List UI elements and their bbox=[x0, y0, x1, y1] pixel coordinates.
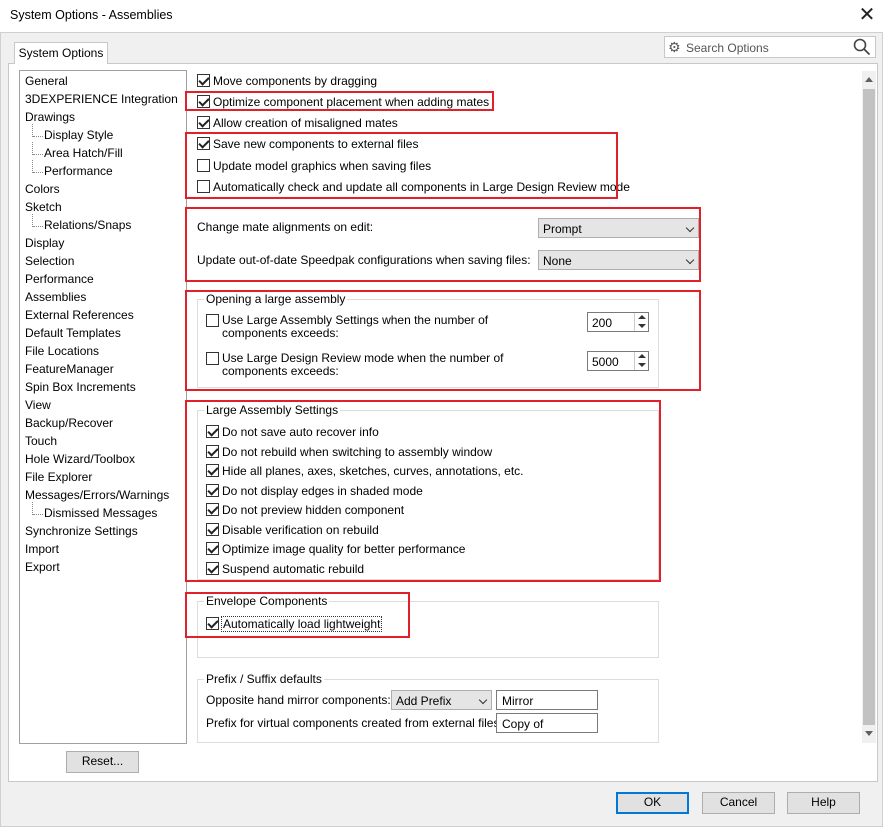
tree-connector bbox=[33, 136, 43, 137]
vertical-scrollbar[interactable] bbox=[862, 71, 876, 743]
virtual-prefix-value: Copy of bbox=[502, 717, 544, 731]
tree-connector bbox=[32, 142, 33, 155]
tree-item[interactable]: Spin Box Increments bbox=[25, 380, 136, 394]
scroll-down-icon[interactable] bbox=[865, 731, 873, 736]
virtual-prefix-input[interactable]: Copy of bbox=[496, 713, 598, 733]
misaligned-mates-label: Allow creation of misaligned mates bbox=[213, 116, 398, 130]
highlight-box bbox=[185, 91, 494, 111]
ok-button[interactable]: OK bbox=[616, 792, 689, 814]
options-tree: General 3DEXPERIENCE Integration Drawings D… bbox=[19, 70, 187, 744]
misaligned-mates-checkbox[interactable] bbox=[197, 116, 210, 129]
tree-connector bbox=[32, 124, 33, 137]
tree-item[interactable]: Area Hatch/Fill bbox=[44, 146, 123, 160]
tree-connector bbox=[32, 502, 33, 515]
mirror-prefix-value: Add Prefix bbox=[396, 694, 452, 708]
mirror-text-value: Mirror bbox=[502, 694, 534, 708]
tree-item[interactable]: Colors bbox=[25, 182, 60, 196]
move-by-dragging-label: Move components by dragging bbox=[213, 74, 378, 88]
tree-connector bbox=[32, 214, 33, 227]
tree-item[interactable]: Touch bbox=[25, 434, 57, 448]
tree-item[interactable]: 3DEXPERIENCE Integration bbox=[25, 92, 178, 106]
tree-item[interactable]: General bbox=[25, 74, 68, 88]
tree-item[interactable]: Selection bbox=[25, 254, 74, 268]
tree-item[interactable]: Default Templates bbox=[25, 326, 121, 340]
tab-system-options[interactable]: System Options bbox=[14, 42, 108, 64]
tree-item[interactable]: Synchronize Settings bbox=[25, 524, 138, 538]
tree-item[interactable]: File Locations bbox=[25, 344, 99, 358]
window-title: System Options - Assemblies bbox=[10, 8, 173, 22]
tree-item[interactable]: Export bbox=[25, 560, 60, 574]
reset-button[interactable]: Reset... bbox=[66, 751, 139, 773]
scroll-thumb[interactable] bbox=[863, 89, 875, 725]
mirror-label: Opposite hand mirror components: bbox=[206, 693, 391, 707]
tree-connector bbox=[33, 514, 43, 515]
tree-item[interactable]: Dismissed Messages bbox=[44, 506, 157, 520]
mirror-prefix-select[interactable]: Add Prefix bbox=[391, 690, 492, 710]
close-icon[interactable]: ✕ bbox=[856, 3, 878, 27]
tree-item[interactable]: Sketch bbox=[25, 200, 62, 214]
tree-item[interactable]: Drawings bbox=[25, 110, 75, 124]
move-by-dragging-checkbox[interactable] bbox=[197, 74, 210, 87]
search-icon[interactable] bbox=[853, 38, 871, 56]
tree-item[interactable]: Performance bbox=[25, 272, 94, 286]
search-box[interactable]: ⚙ Search Options bbox=[664, 36, 876, 58]
tree-connector bbox=[32, 160, 33, 173]
tree-item[interactable]: Relations/Snaps bbox=[44, 218, 131, 232]
tab-label: System Options bbox=[18, 46, 104, 60]
virtual-label: Prefix for virtual components created fr… bbox=[206, 716, 503, 730]
tree-item[interactable]: Display Style bbox=[44, 128, 113, 142]
highlight-box bbox=[185, 592, 410, 638]
mirror-text-input[interactable]: Mirror bbox=[496, 690, 598, 710]
gear-icon[interactable]: ⚙ bbox=[668, 39, 681, 55]
prefix-group bbox=[197, 679, 659, 743]
tree-item[interactable]: File Explorer bbox=[25, 470, 92, 484]
chevron-down-icon bbox=[478, 695, 488, 705]
search-input[interactable]: Search Options bbox=[686, 41, 769, 55]
tree-item[interactable]: Performance bbox=[44, 164, 113, 178]
tree-item[interactable]: Backup/Recover bbox=[25, 416, 113, 430]
tree-item[interactable]: External References bbox=[25, 308, 134, 322]
highlight-box bbox=[185, 207, 701, 282]
tree-item[interactable]: FeatureManager bbox=[25, 362, 114, 376]
help-button[interactable]: Help bbox=[787, 792, 860, 814]
tree-item[interactable]: Import bbox=[25, 542, 59, 556]
tree-connector bbox=[33, 226, 43, 227]
highlight-box bbox=[185, 400, 661, 582]
tree-connector bbox=[33, 154, 43, 155]
highlight-box bbox=[185, 132, 618, 199]
scroll-up-icon[interactable] bbox=[865, 77, 873, 82]
tree-item[interactable]: Assemblies bbox=[25, 290, 87, 304]
tree-item[interactable]: Messages/Errors/Warnings bbox=[25, 488, 169, 502]
tree-item[interactable]: Hole Wizard/Toolbox bbox=[25, 452, 135, 466]
prefix-title: Prefix / Suffix defaults bbox=[204, 672, 324, 686]
tree-item[interactable]: Display bbox=[25, 236, 64, 250]
highlight-box bbox=[185, 290, 701, 391]
tree-item[interactable]: View bbox=[25, 398, 51, 412]
cancel-button[interactable]: Cancel bbox=[702, 792, 775, 814]
tree-connector bbox=[33, 172, 43, 173]
